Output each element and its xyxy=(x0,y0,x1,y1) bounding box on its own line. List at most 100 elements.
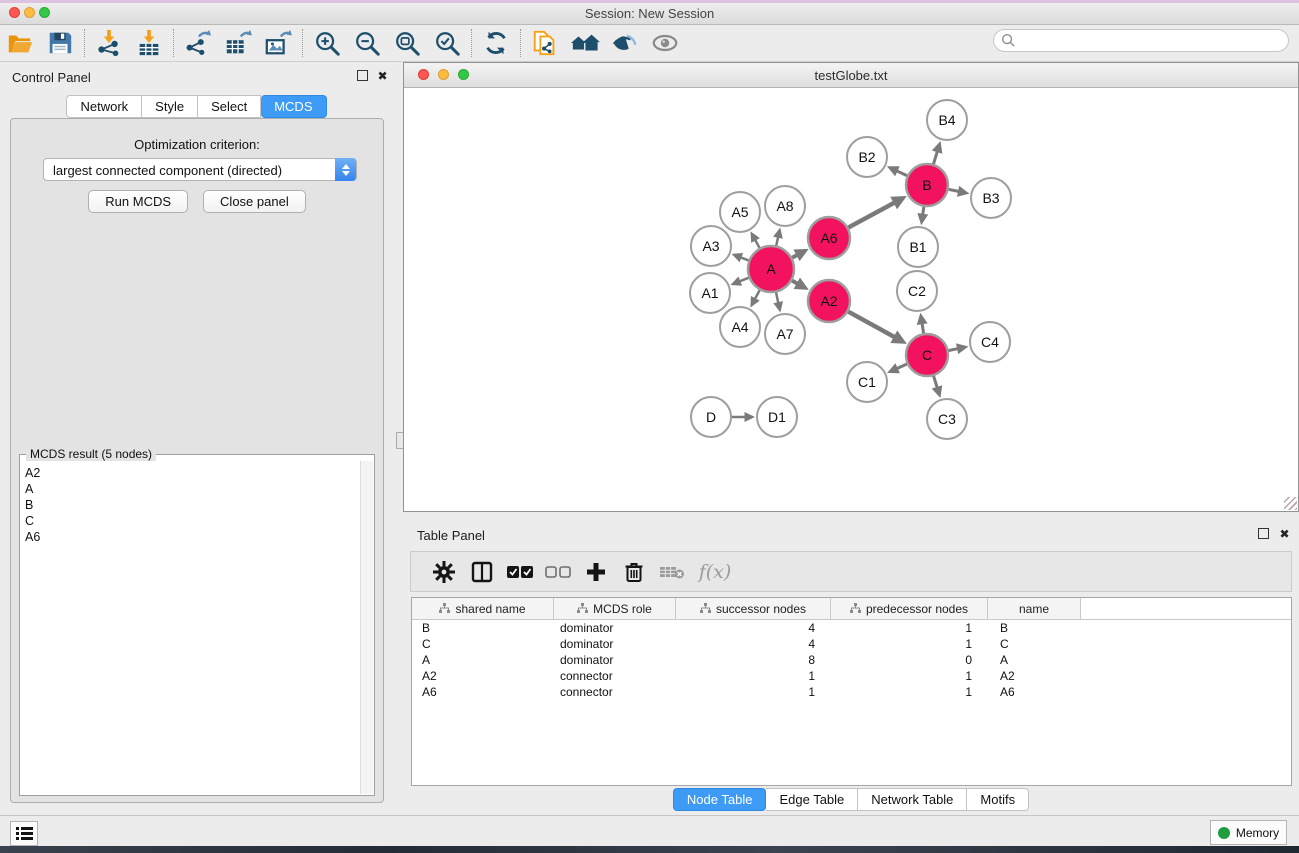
search-input[interactable] xyxy=(993,29,1289,52)
table-cell[interactable]: 1 xyxy=(676,668,831,684)
zoom-in-button[interactable] xyxy=(307,27,347,59)
function-builder-button[interactable]: f(x) xyxy=(691,555,739,589)
mcds-result-item[interactable]: A2 xyxy=(25,465,361,481)
tab-network[interactable]: Network xyxy=(66,95,142,118)
graph-edge-A2-C[interactable] xyxy=(845,310,895,338)
column-header[interactable]: MCDS role xyxy=(554,598,676,619)
network-canvas[interactable]: AA1A2A3A4A5A6A7A8BB1B2B3B4CC1C2C3C4DD1 xyxy=(404,88,1298,511)
graph-node-C1[interactable]: C1 xyxy=(847,362,887,402)
export-network-button[interactable] xyxy=(178,27,218,59)
table-row[interactable]: Adominator80A xyxy=(412,652,1291,668)
task-history-button[interactable] xyxy=(10,821,38,846)
tab-edge-table[interactable]: Edge Table xyxy=(766,788,858,811)
table-row[interactable]: Cdominator41C xyxy=(412,636,1291,652)
deselect-all-button[interactable] xyxy=(539,555,577,589)
import-table-button[interactable] xyxy=(129,27,169,59)
home-views-button[interactable] xyxy=(565,27,605,59)
save-session-button[interactable] xyxy=(40,27,80,59)
show-graphics-details-button[interactable] xyxy=(605,27,645,59)
table-cell[interactable]: A xyxy=(988,652,1081,668)
table-cell[interactable]: 4 xyxy=(676,620,831,636)
table-cell[interactable]: C xyxy=(412,636,554,652)
apply-layout-button[interactable] xyxy=(476,27,516,59)
table-cell[interactable]: 1 xyxy=(831,684,988,700)
graph-node-C4[interactable]: C4 xyxy=(970,322,1010,362)
graph-node-C3[interactable]: C3 xyxy=(927,399,967,439)
select-all-button[interactable] xyxy=(501,555,539,589)
table-cell[interactable]: A xyxy=(412,652,554,668)
delete-table-button[interactable] xyxy=(653,555,691,589)
graph-edge-A6-B[interactable] xyxy=(845,203,895,230)
table-cell[interactable]: A6 xyxy=(412,684,554,700)
table-cell[interactable]: 4 xyxy=(676,636,831,652)
graph-node-A4[interactable]: A4 xyxy=(720,307,760,347)
tab-style[interactable]: Style xyxy=(142,95,198,118)
graph-node-A8[interactable]: A8 xyxy=(765,186,805,226)
hide-graphics-details-button[interactable] xyxy=(645,27,685,59)
table-cell[interactable]: A2 xyxy=(412,668,554,684)
tab-select[interactable]: Select xyxy=(198,95,261,118)
delete-column-button[interactable] xyxy=(615,555,653,589)
mcds-result-list[interactable]: A2ABCA6 xyxy=(21,461,361,794)
table-cell[interactable]: 1 xyxy=(831,620,988,636)
tab-network-table[interactable]: Network Table xyxy=(858,788,967,811)
table-cell[interactable]: dominator xyxy=(554,620,676,636)
table-cell[interactable]: dominator xyxy=(554,652,676,668)
table-cell[interactable]: 8 xyxy=(676,652,831,668)
graph-node-B[interactable]: B xyxy=(906,164,948,206)
memory-button[interactable]: Memory xyxy=(1210,820,1287,845)
mcds-result-item[interactable]: A xyxy=(25,481,361,497)
graph-node-A7[interactable]: A7 xyxy=(765,314,805,354)
graph-node-B4[interactable]: B4 xyxy=(927,100,967,140)
zoom-out-button[interactable] xyxy=(347,27,387,59)
table-cell[interactable]: C xyxy=(988,636,1081,652)
table-cell[interactable]: connector xyxy=(554,668,676,684)
table-settings-button[interactable] xyxy=(425,555,463,589)
table-row[interactable]: A2connector11A2 xyxy=(412,668,1291,684)
graph-node-D[interactable]: D xyxy=(691,397,731,437)
graph-node-A5[interactable]: A5 xyxy=(720,192,760,232)
column-header[interactable]: shared name xyxy=(412,598,554,619)
add-column-button[interactable] xyxy=(577,555,615,589)
table-cell[interactable]: 1 xyxy=(831,636,988,652)
graph-node-A6[interactable]: A6 xyxy=(808,217,850,259)
run-mcds-button[interactable]: Run MCDS xyxy=(88,190,188,213)
tab-mcds[interactable]: MCDS xyxy=(261,95,326,118)
table-cell[interactable]: dominator xyxy=(554,636,676,652)
close-panel-button[interactable]: Close panel xyxy=(203,190,306,213)
graph-node-B1[interactable]: B1 xyxy=(898,227,938,267)
column-header[interactable]: successor nodes xyxy=(676,598,831,619)
export-image-button[interactable] xyxy=(258,27,298,59)
tab-motifs[interactable]: Motifs xyxy=(967,788,1029,811)
export-table-button[interactable] xyxy=(218,27,258,59)
table-cell[interactable]: 1 xyxy=(831,668,988,684)
open-session-button[interactable] xyxy=(0,27,40,59)
column-header[interactable]: name xyxy=(988,598,1081,619)
mcds-result-item[interactable]: A6 xyxy=(25,529,361,545)
close-panel-icon[interactable]: ✖ xyxy=(376,70,389,83)
graph-node-B3[interactable]: B3 xyxy=(971,178,1011,218)
float-table-panel-icon[interactable] xyxy=(1258,528,1271,541)
graph-node-C[interactable]: C xyxy=(906,334,948,376)
zoom-selected-button[interactable] xyxy=(427,27,467,59)
graph-node-D1[interactable]: D1 xyxy=(757,397,797,437)
float-panel-icon[interactable] xyxy=(357,70,370,83)
table-cell[interactable]: A6 xyxy=(988,684,1081,700)
table-cell[interactable]: 1 xyxy=(676,684,831,700)
table-cell[interactable]: A2 xyxy=(988,668,1081,684)
mcds-result-item[interactable]: B xyxy=(25,497,361,513)
mcds-result-item[interactable]: C xyxy=(25,513,361,529)
mcds-list-scrollbar[interactable] xyxy=(360,461,373,794)
table-cell[interactable]: 0 xyxy=(831,652,988,668)
graph-node-A1[interactable]: A1 xyxy=(690,273,730,313)
graph-node-B2[interactable]: B2 xyxy=(847,137,887,177)
column-visibility-button[interactable] xyxy=(463,555,501,589)
import-network-button[interactable] xyxy=(89,27,129,59)
table-cell[interactable]: connector xyxy=(554,684,676,700)
table-row[interactable]: Bdominator41B xyxy=(412,620,1291,636)
table-cell[interactable]: B xyxy=(412,620,554,636)
window-resize-grip[interactable] xyxy=(1284,497,1297,510)
graph-node-A2[interactable]: A2 xyxy=(808,280,850,322)
graph-node-A[interactable]: A xyxy=(748,246,794,292)
close-table-panel-icon[interactable]: ✖ xyxy=(1278,528,1291,541)
